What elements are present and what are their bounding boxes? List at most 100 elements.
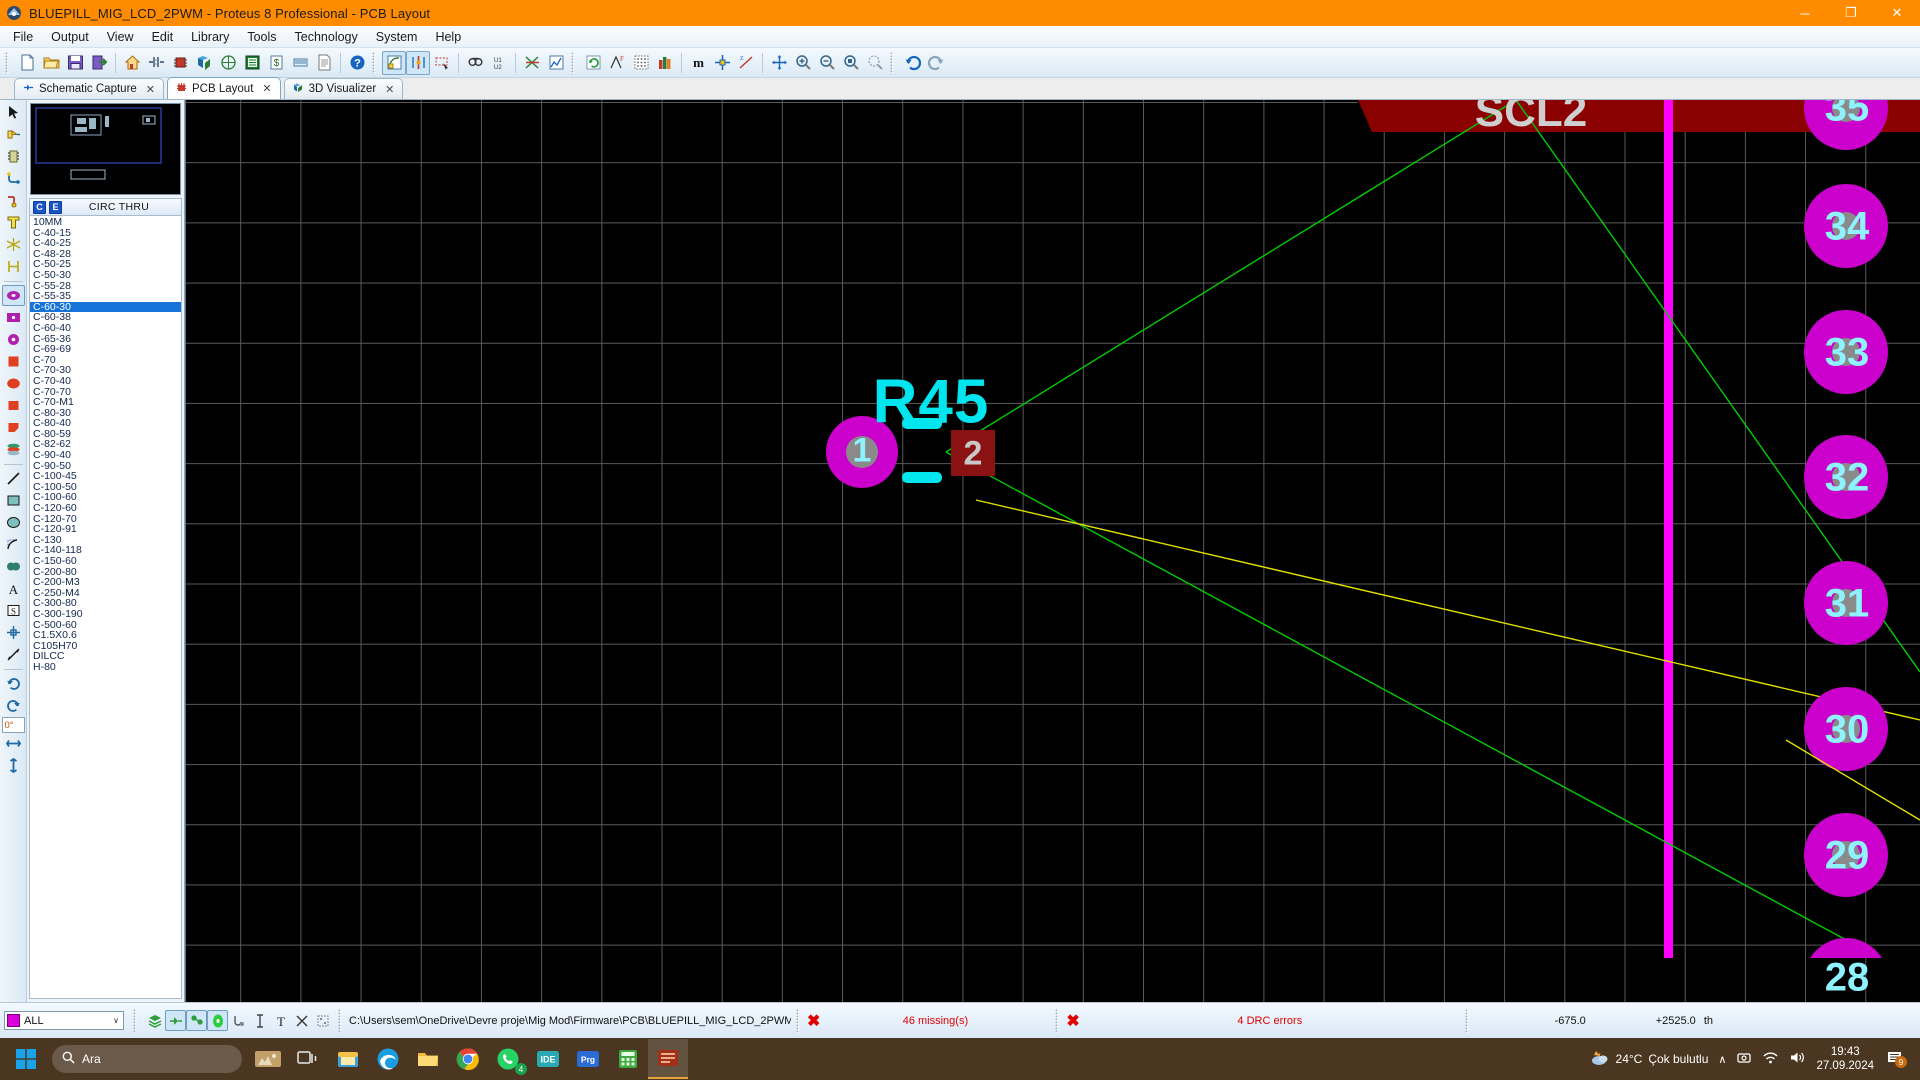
pad-stack-icon[interactable]	[2, 439, 25, 460]
ratsnest-toggle-icon[interactable]	[165, 1010, 186, 1031]
marker-icon[interactable]	[2, 622, 25, 643]
schematic-capture-icon[interactable]	[144, 51, 168, 75]
package-list-item[interactable]: C-50-30	[30, 270, 181, 281]
goto-icon[interactable]: U1 U2	[487, 51, 511, 75]
menu-technology[interactable]: Technology	[286, 28, 367, 46]
grid-snap-icon[interactable]	[312, 1010, 333, 1031]
toggle-drc-icon[interactable]	[406, 50, 430, 75]
billing-icon[interactable]: $	[264, 51, 288, 75]
export-icon[interactable]	[87, 51, 111, 75]
maximize-button[interactable]: ❐	[1828, 0, 1874, 26]
tab-pcb-layout[interactable]: PCB Layout ✕	[167, 77, 281, 99]
netlist-icon[interactable]	[520, 51, 544, 75]
text-toggle-icon[interactable]: T	[270, 1010, 291, 1031]
proteus-isis-icon[interactable]: Prg	[568, 1039, 608, 1079]
dimension-icon[interactable]	[2, 644, 25, 665]
tab-schematic-capture[interactable]: Schematic Capture ✕	[14, 78, 165, 99]
package-list[interactable]: 10MM C-40-15 C-40-25 C-48-28 C-50-25 C-50-30 C…	[29, 215, 182, 999]
flip-horizontal-icon[interactable]	[2, 733, 25, 754]
graph-icon[interactable]	[544, 51, 568, 75]
chevron-up-icon[interactable]: ∧	[1718, 1053, 1726, 1066]
layer-selector[interactable]: ALL ∨	[4, 1011, 124, 1030]
package-mode-icon[interactable]	[2, 146, 25, 167]
metric-icon[interactable]: m	[686, 51, 710, 75]
board-overview-preview[interactable]	[30, 103, 181, 195]
category-e-button[interactable]: E	[49, 200, 62, 214]
square-through-hole-pad-icon[interactable]	[2, 307, 25, 328]
menu-help[interactable]: Help	[426, 28, 470, 46]
chrome-icon[interactable]	[448, 1039, 488, 1079]
chevron-down-icon[interactable]: ∨	[113, 1016, 119, 1025]
pan-icon[interactable]	[767, 51, 791, 75]
flip-vertical-icon[interactable]	[2, 755, 25, 776]
category-c-button[interactable]: C	[33, 200, 46, 214]
cut-toggle-icon[interactable]	[291, 1010, 312, 1031]
track-mode-icon[interactable]	[2, 168, 25, 189]
redo-icon[interactable]	[924, 51, 948, 75]
ruler-toggle-icon[interactable]	[249, 1010, 270, 1031]
menu-output[interactable]: Output	[42, 28, 98, 46]
minimize-button[interactable]: ─	[1782, 0, 1828, 26]
weather-widget[interactable]: 24°C Çok bulutlu	[1588, 1048, 1708, 1071]
refresh-icon[interactable]	[581, 51, 605, 75]
arduino-ide-icon[interactable]: IDE	[528, 1039, 568, 1079]
zoom-area-icon[interactable]	[839, 51, 863, 75]
file-explorer-icon[interactable]	[328, 1039, 368, 1079]
package-list-item[interactable]: C-300-190	[30, 609, 181, 620]
package-list-item[interactable]: C-70-40	[30, 376, 181, 387]
statusbar-grip[interactable]	[1055, 1008, 1062, 1033]
menu-tools[interactable]: Tools	[238, 28, 285, 46]
statusbar-grip[interactable]	[133, 1008, 139, 1033]
new-document-icon[interactable]	[15, 51, 39, 75]
grid-icon[interactable]	[629, 51, 653, 75]
autorouter-icon[interactable]: F	[605, 51, 629, 75]
path-icon[interactable]	[2, 556, 25, 577]
open-folder-icon[interactable]	[39, 51, 63, 75]
bill-of-materials-icon[interactable]	[240, 51, 264, 75]
package-list-item[interactable]: C-60-40	[30, 323, 181, 334]
save-icon[interactable]	[63, 51, 87, 75]
find-icon[interactable]	[463, 51, 487, 75]
close-icon[interactable]: ✕	[146, 83, 155, 96]
via-mode-icon[interactable]	[2, 190, 25, 211]
measure-icon[interactable]: Z	[734, 51, 758, 75]
toggle-selection-filter-icon[interactable]	[430, 51, 454, 75]
menu-system[interactable]: System	[367, 28, 427, 46]
volume-icon[interactable]	[1789, 1050, 1806, 1068]
zoom-all-icon[interactable]	[863, 51, 887, 75]
notification-icon[interactable]: 9	[1884, 1046, 1908, 1072]
statusbar-grip[interactable]	[338, 1008, 344, 1033]
line-icon[interactable]	[2, 468, 25, 489]
windows-start-icon[interactable]	[6, 1039, 46, 1079]
whatsapp-icon[interactable]: 4	[488, 1039, 528, 1079]
ratsnest-mode-icon[interactable]	[2, 234, 25, 255]
package-list-item[interactable]: H-80	[30, 662, 181, 673]
toolbar-grip[interactable]	[372, 51, 379, 74]
arc-icon[interactable]	[2, 534, 25, 555]
selection-mode-icon[interactable]	[2, 102, 25, 123]
proteus-ares-icon[interactable]	[648, 1039, 688, 1079]
folder-icon[interactable]	[408, 1039, 448, 1079]
layers-visibility-icon[interactable]	[144, 1010, 165, 1031]
text-report-icon[interactable]	[288, 51, 312, 75]
wifi-icon[interactable]	[1762, 1051, 1779, 1068]
zoom-in-icon[interactable]	[791, 51, 815, 75]
calculator-icon[interactable]	[608, 1039, 648, 1079]
smt-pad-square-icon[interactable]	[2, 395, 25, 416]
pcb-canvas[interactable]: SCL2 R45 1 2 35 34 33 32 31 30 29 28	[185, 100, 1920, 1002]
component-mode-icon[interactable]	[2, 124, 25, 145]
package-list-item[interactable]: C-150-60	[30, 556, 181, 567]
connectivity-highlight-icon[interactable]	[2, 256, 25, 277]
menu-library[interactable]: Library	[182, 28, 238, 46]
statusbar-grip[interactable]	[1464, 1008, 1471, 1033]
close-button[interactable]: ✕	[1874, 0, 1920, 26]
search-input[interactable]: Ara	[52, 1045, 242, 1073]
tab-3d-visualizer[interactable]: 3D Visualizer ✕	[283, 78, 404, 99]
menu-file[interactable]: File	[4, 28, 42, 46]
dil-pad-icon[interactable]	[2, 329, 25, 350]
toolbar-grip[interactable]	[890, 51, 897, 74]
close-icon[interactable]: ✕	[385, 83, 394, 96]
text-icon[interactable]: A	[2, 578, 25, 599]
smt-pad-polygonal-icon[interactable]	[2, 417, 25, 438]
help-icon[interactable]: ?	[345, 51, 369, 75]
